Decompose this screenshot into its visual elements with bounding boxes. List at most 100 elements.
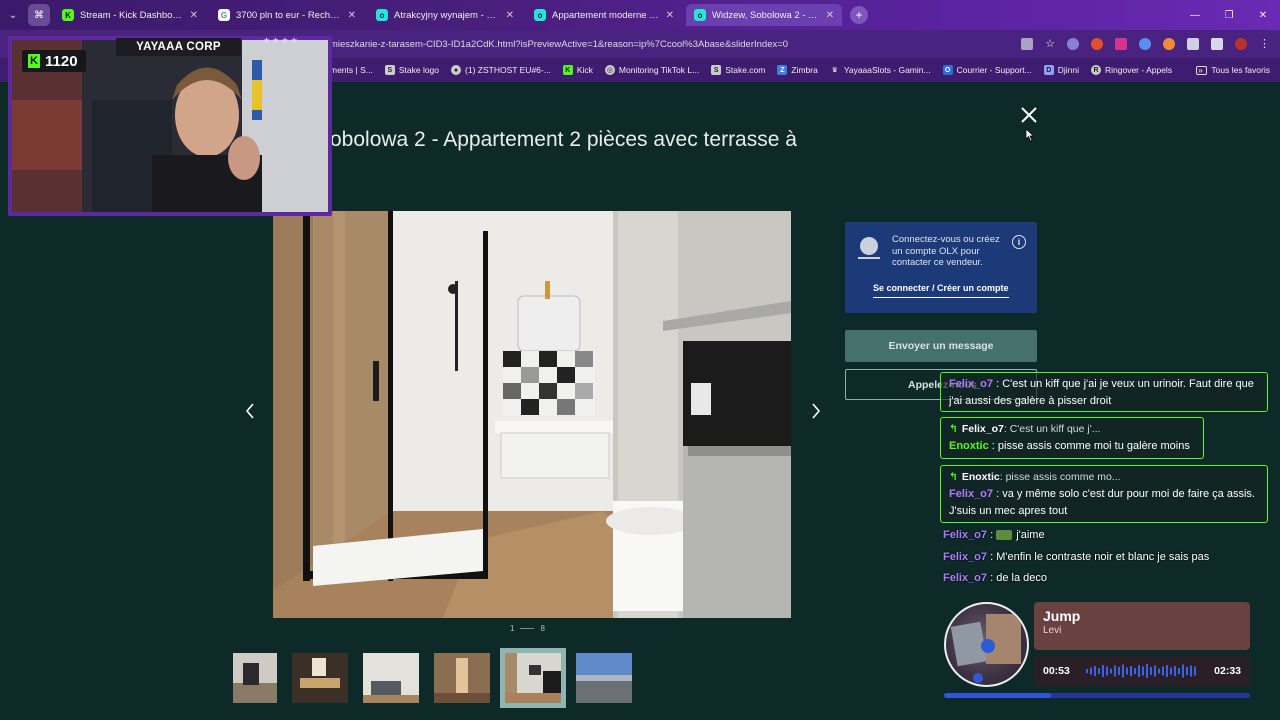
- bookmark-item[interactable]: ◎ Monitoring TikTok L...: [604, 65, 699, 75]
- playback-progress-fill: [944, 693, 1052, 698]
- profile-avatar[interactable]: [1235, 38, 1247, 50]
- tab-olx-appartement[interactable]: o Appartement moderne au 107 ✕: [526, 4, 682, 26]
- chat-username: Felix_o7: [949, 488, 994, 500]
- chat-username: Felix_o7: [943, 529, 988, 541]
- chat-separator: :: [987, 551, 997, 563]
- next-photo-button[interactable]: [804, 396, 828, 426]
- url-field[interactable]: mieszkanie-z-tarasem-CID3-ID1a2CdK.html?…: [330, 39, 788, 50]
- thumbnail[interactable]: [434, 653, 490, 703]
- bookmark-item[interactable]: K Kick: [562, 65, 593, 75]
- star-icon[interactable]: ☆: [1045, 38, 1055, 50]
- bookmark-label: Kick: [576, 65, 593, 75]
- tab-google-search[interactable]: G 3700 pln to eur - Recherche Go ✕: [210, 4, 364, 26]
- thumbnail-active[interactable]: [500, 648, 566, 708]
- waveform-bar: [1182, 664, 1184, 678]
- waveform-bar: [1126, 667, 1128, 675]
- waveform-icon: [1086, 664, 1196, 678]
- login-link[interactable]: Se connecter / Créer un compte: [873, 283, 1009, 298]
- tab-olx-widzew[interactable]: o Widzew, Sobolowa 2 - A louer ✕: [686, 4, 842, 26]
- waveform-bar: [1146, 664, 1148, 678]
- translate-icon[interactable]: [1021, 38, 1034, 50]
- bookmark-item[interactable]: O Courrier - Support...: [942, 65, 1032, 75]
- tab-title: Widzew, Sobolowa 2 - A louer: [712, 9, 820, 21]
- thumbnail[interactable]: [576, 653, 632, 703]
- restore-icon[interactable]: ❐: [1212, 10, 1246, 21]
- reply-context: ↰ Felix_o7: C'est un kiff que j'...: [949, 423, 1101, 435]
- reply-text: C'est un kiff que j'...: [1009, 423, 1101, 435]
- close-tab-icon[interactable]: ✕: [506, 10, 514, 21]
- photo-total: 8: [540, 624, 545, 633]
- extension-icon[interactable]: [1067, 38, 1079, 50]
- song-artist: Levi: [1043, 625, 1062, 636]
- thumbnail[interactable]: [363, 653, 419, 703]
- crown-icon: ♛: [831, 67, 838, 74]
- extension-icon[interactable]: [1115, 38, 1127, 50]
- thumbnail[interactable]: [292, 653, 348, 703]
- close-tab-icon[interactable]: ✕: [666, 10, 674, 21]
- waveform-bar: [1154, 665, 1156, 677]
- waveform-bar: [1162, 666, 1164, 676]
- close-tab-icon[interactable]: ✕: [348, 10, 356, 21]
- tab-search-chevron-icon[interactable]: ⌄: [0, 0, 26, 30]
- bookmark-item[interactable]: R Ringover - Appels: [1090, 65, 1172, 75]
- tab-title: Atrakcyjny wynajem - Łódź - sp: [394, 9, 500, 21]
- listing-photo[interactable]: [273, 211, 791, 618]
- bookmark-item[interactable]: ments | S...: [330, 65, 373, 75]
- olx-icon: o: [534, 9, 546, 21]
- tab-olx-atrakcyjny[interactable]: o Atrakcyjny wynajem - Łódź - sp ✕: [368, 4, 522, 26]
- extension-icon[interactable]: [1139, 38, 1151, 50]
- chat-username: Felix_o7: [943, 551, 988, 563]
- sidepanel-icon[interactable]: [1211, 38, 1223, 50]
- tab-kick-dashboard[interactable]: K Stream - Kick Dashboard ✕: [54, 4, 206, 26]
- bookmark-item[interactable]: Z Zimbra: [777, 65, 818, 75]
- previous-photo-button[interactable]: [238, 396, 262, 426]
- close-tab-icon[interactable]: ✕: [190, 10, 198, 21]
- extension-icon[interactable]: [1091, 38, 1103, 50]
- close-window-icon[interactable]: ✕: [1246, 10, 1280, 21]
- waveform-bar: [1142, 666, 1144, 676]
- puzzle-icon[interactable]: [1187, 38, 1199, 50]
- chat-separator: :: [987, 572, 997, 584]
- chat-message-reply: ↰ Enoxtic: pisse assis comme mo... Felix_…: [940, 465, 1268, 523]
- menu-dots-icon[interactable]: ⋮: [1259, 38, 1270, 50]
- new-tab-button[interactable]: +: [850, 6, 868, 24]
- waveform-bar: [1134, 668, 1136, 674]
- extension-icon[interactable]: [1163, 38, 1175, 50]
- waveform-bar: [1098, 668, 1100, 674]
- bookmark-item[interactable]: ♛ YayaaaSlots - Gamin...: [830, 65, 931, 75]
- chat-separator: :: [993, 488, 1003, 500]
- waveform-bar: [1166, 665, 1168, 677]
- close-tab-icon[interactable]: ✕: [826, 10, 834, 21]
- waveform-bar: [1130, 666, 1132, 676]
- bookmark-item[interactable]: S Stake.com: [711, 65, 765, 75]
- folder-icon: [1196, 65, 1208, 75]
- minimize-icon[interactable]: —: [1178, 10, 1212, 21]
- webcam-overlay: YAYAAA CORP ★★★★ K 1120: [8, 36, 332, 216]
- bookmark-item[interactable]: ● (1) ZSTHOST EU#6-...: [451, 65, 551, 75]
- waveform-bar: [1170, 667, 1172, 675]
- bookmark-item[interactable]: S Stake logo: [384, 65, 440, 75]
- thumbnail[interactable]: [233, 653, 277, 703]
- album-art-image: [950, 614, 1021, 683]
- stake-icon: S: [711, 65, 722, 75]
- chat-text: M'enfin le contraste noir et blanc je sa…: [996, 551, 1210, 563]
- chat-separator: :: [987, 529, 997, 541]
- all-bookmarks[interactable]: Tous les favoris: [1196, 65, 1270, 75]
- close-icon[interactable]: [1018, 104, 1040, 126]
- olx-icon: o: [376, 9, 388, 21]
- waveform-bar: [1158, 668, 1160, 674]
- pinned-tab[interactable]: ⌘: [28, 4, 50, 26]
- chat-separator: :: [988, 440, 998, 452]
- login-card: Connectez-vous ou créez un compte OLX po…: [845, 222, 1037, 313]
- send-message-button[interactable]: Envoyer un message: [845, 330, 1037, 362]
- chat-text: j'aime: [1016, 529, 1045, 541]
- bookmark-item[interactable]: D Djinni: [1043, 65, 1079, 75]
- reply-context: ↰ Enoxtic: pisse assis comme mo...: [949, 471, 1121, 483]
- chat-message: Felix_o7 : de la deco: [943, 570, 1047, 587]
- info-icon[interactable]: i: [1012, 235, 1026, 249]
- waveform-bar: [1086, 669, 1088, 673]
- user-avatar-icon: [860, 237, 878, 255]
- money-emoji-icon: [996, 530, 1013, 541]
- channel-name: YAYAAA CORP: [116, 38, 241, 56]
- bookmark-label: Stake logo: [398, 65, 440, 75]
